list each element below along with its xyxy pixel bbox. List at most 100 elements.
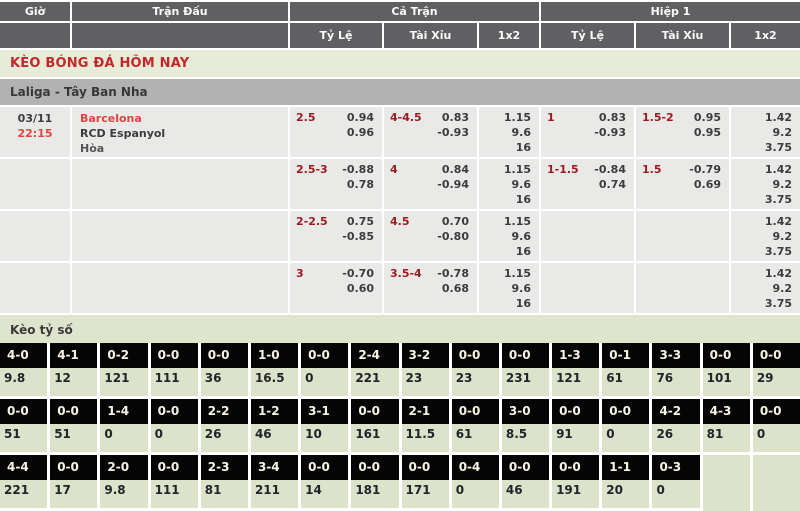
ft-handicap-cell[interactable]: 2-2.5 0.75 -0.85 <box>290 211 382 261</box>
score-cell[interactable]: 0-2121 <box>100 343 147 396</box>
score-cell[interactable]: 3-376 <box>652 343 699 396</box>
score-cell[interactable]: 4-226 <box>652 399 699 452</box>
odds-value[interactable]: 9.2 <box>773 125 793 140</box>
score-cell[interactable]: 0-051 <box>50 399 97 452</box>
score-cell[interactable]: 4-09.8 <box>0 343 47 396</box>
ft-overunder-cell[interactable]: 4 0.84 -0.94 <box>384 159 477 209</box>
h1-1x2-cell[interactable]: 1.42 9.2 3.75 <box>731 211 800 261</box>
odds-value[interactable]: -0.85 <box>342 229 374 244</box>
odds-value[interactable]: 9.6 <box>512 281 532 296</box>
score-line[interactable]: 0-0 <box>703 343 750 368</box>
score-odds-value[interactable]: 221 <box>351 368 398 396</box>
overunder-line[interactable]: 4-4.5 <box>390 110 422 157</box>
ft-overunder-cell[interactable]: 3.5-4 -0.78 0.68 <box>384 263 477 313</box>
odds-value[interactable]: 9.2 <box>773 281 793 296</box>
h1-overunder-cell[interactable] <box>636 211 729 261</box>
score-line[interactable]: 2-2 <box>201 399 248 424</box>
odds-value[interactable]: -0.70 <box>342 266 374 281</box>
odds-value[interactable]: 3.75 <box>765 140 792 155</box>
score-line[interactable]: 1-2 <box>251 399 298 424</box>
score-line[interactable]: 0-0 <box>151 455 198 480</box>
score-cell[interactable]: 2-111.5 <box>402 399 449 452</box>
handicap-line[interactable]: 1-1.5 <box>547 162 579 209</box>
odds-value[interactable]: 0.68 <box>442 281 469 296</box>
h1-overunder-cell[interactable]: 1.5 -0.79 0.69 <box>636 159 729 209</box>
odds-value[interactable]: -0.93 <box>594 125 626 140</box>
odds-value[interactable]: 3.75 <box>765 192 792 207</box>
handicap-line[interactable]: 2-2.5 <box>296 214 328 261</box>
score-line[interactable]: 0-0 <box>151 343 198 368</box>
score-odds-value[interactable]: 191 <box>552 480 599 508</box>
odds-value[interactable]: 0.84 <box>442 162 469 177</box>
score-line[interactable]: 0-0 <box>301 343 348 368</box>
ft-handicap-cell[interactable]: 2.5-3 -0.88 0.78 <box>290 159 382 209</box>
odds-value[interactable]: 16 <box>516 192 531 207</box>
score-cell[interactable]: 0-051 <box>0 399 47 452</box>
score-cell[interactable]: 0-014 <box>301 455 348 511</box>
score-cell[interactable]: 1-120 <box>602 455 649 511</box>
odds-value[interactable]: 0.60 <box>347 281 374 296</box>
odds-value[interactable]: -0.84 <box>594 162 626 177</box>
score-cell[interactable]: 3-223 <box>402 343 449 396</box>
h1-overunder-cell[interactable] <box>636 263 729 313</box>
score-odds-value[interactable]: 0 <box>100 424 147 452</box>
score-line[interactable]: 1-3 <box>552 343 599 368</box>
odds-value[interactable]: 0.78 <box>347 177 374 192</box>
odds-value[interactable]: 0.74 <box>599 177 626 192</box>
ft-1x2-cell[interactable]: 1.15 9.6 16 <box>479 159 539 209</box>
score-odds-value[interactable]: 0 <box>452 480 499 508</box>
score-cell[interactable]: 0-0111 <box>151 455 198 511</box>
score-line[interactable]: 3-0 <box>502 399 549 424</box>
score-odds-value[interactable]: 12 <box>50 368 97 396</box>
ft-1x2-cell[interactable]: 1.15 9.6 16 <box>479 263 539 313</box>
score-cell[interactable]: 0-40 <box>452 455 499 511</box>
score-odds-value[interactable]: 17 <box>50 480 97 508</box>
score-line[interactable]: 1-4 <box>100 399 147 424</box>
score-cell[interactable]: 2-381 <box>201 455 248 511</box>
score-line[interactable]: 0-3 <box>652 455 699 480</box>
odds-value[interactable]: -0.94 <box>437 177 469 192</box>
score-odds-value[interactable]: 81 <box>703 424 750 452</box>
score-odds-value[interactable]: 26 <box>652 424 699 452</box>
score-odds-value[interactable]: 14 <box>301 480 348 508</box>
score-line[interactable]: 0-0 <box>402 455 449 480</box>
score-cell[interactable]: 0-029 <box>753 343 800 396</box>
odds-value[interactable]: 3.75 <box>765 296 792 311</box>
score-odds-value[interactable]: 0 <box>151 424 198 452</box>
score-cell[interactable]: 0-00 <box>301 343 348 396</box>
score-odds-value[interactable]: 0 <box>301 368 348 396</box>
score-odds-value[interactable]: 111 <box>151 480 198 508</box>
score-cell[interactable]: 0-00 <box>602 399 649 452</box>
ft-1x2-cell[interactable]: 1.15 9.6 16 <box>479 107 539 157</box>
score-cell[interactable]: 0-0111 <box>151 343 198 396</box>
score-line[interactable]: 2-4 <box>351 343 398 368</box>
score-odds-value[interactable]: 23 <box>452 368 499 396</box>
score-line[interactable]: 0-0 <box>351 399 398 424</box>
score-line[interactable]: 4-0 <box>0 343 47 368</box>
score-odds-value[interactable]: 9.8 <box>100 480 147 508</box>
ft-overunder-cell[interactable]: 4-4.5 0.83 -0.93 <box>384 107 477 157</box>
score-line[interactable]: 3-4 <box>251 455 298 480</box>
odds-value[interactable]: -0.79 <box>689 162 721 177</box>
score-odds-value[interactable]: 46 <box>502 480 549 508</box>
odds-value[interactable]: 0.83 <box>442 110 469 125</box>
score-cell[interactable]: 3-4211 <box>251 455 298 511</box>
score-odds-value[interactable]: 46 <box>251 424 298 452</box>
score-cell[interactable]: 1-016.5 <box>251 343 298 396</box>
score-line[interactable]: 4-1 <box>50 343 97 368</box>
h1-handicap-cell[interactable] <box>541 211 634 261</box>
h1-handicap-cell[interactable]: 1-1.5 -0.84 0.74 <box>541 159 634 209</box>
score-line[interactable]: 0-0 <box>602 399 649 424</box>
score-odds-value[interactable]: 121 <box>552 368 599 396</box>
score-line[interactable]: 0-0 <box>502 343 549 368</box>
score-odds-value[interactable]: 26 <box>201 424 248 452</box>
ft-handicap-cell[interactable]: 2.5 0.94 0.96 <box>290 107 382 157</box>
score-odds-value[interactable]: 221 <box>0 480 47 508</box>
odds-value[interactable]: -0.93 <box>437 125 469 140</box>
score-line[interactable]: 2-0 <box>100 455 147 480</box>
odds-value[interactable]: 1.42 <box>765 266 792 281</box>
overunder-line[interactable]: 1.5-2 <box>642 110 674 157</box>
score-cell[interactable]: 0-0191 <box>552 455 599 511</box>
score-odds-value[interactable]: 161 <box>351 424 398 452</box>
odds-value[interactable]: 0.95 <box>694 125 721 140</box>
